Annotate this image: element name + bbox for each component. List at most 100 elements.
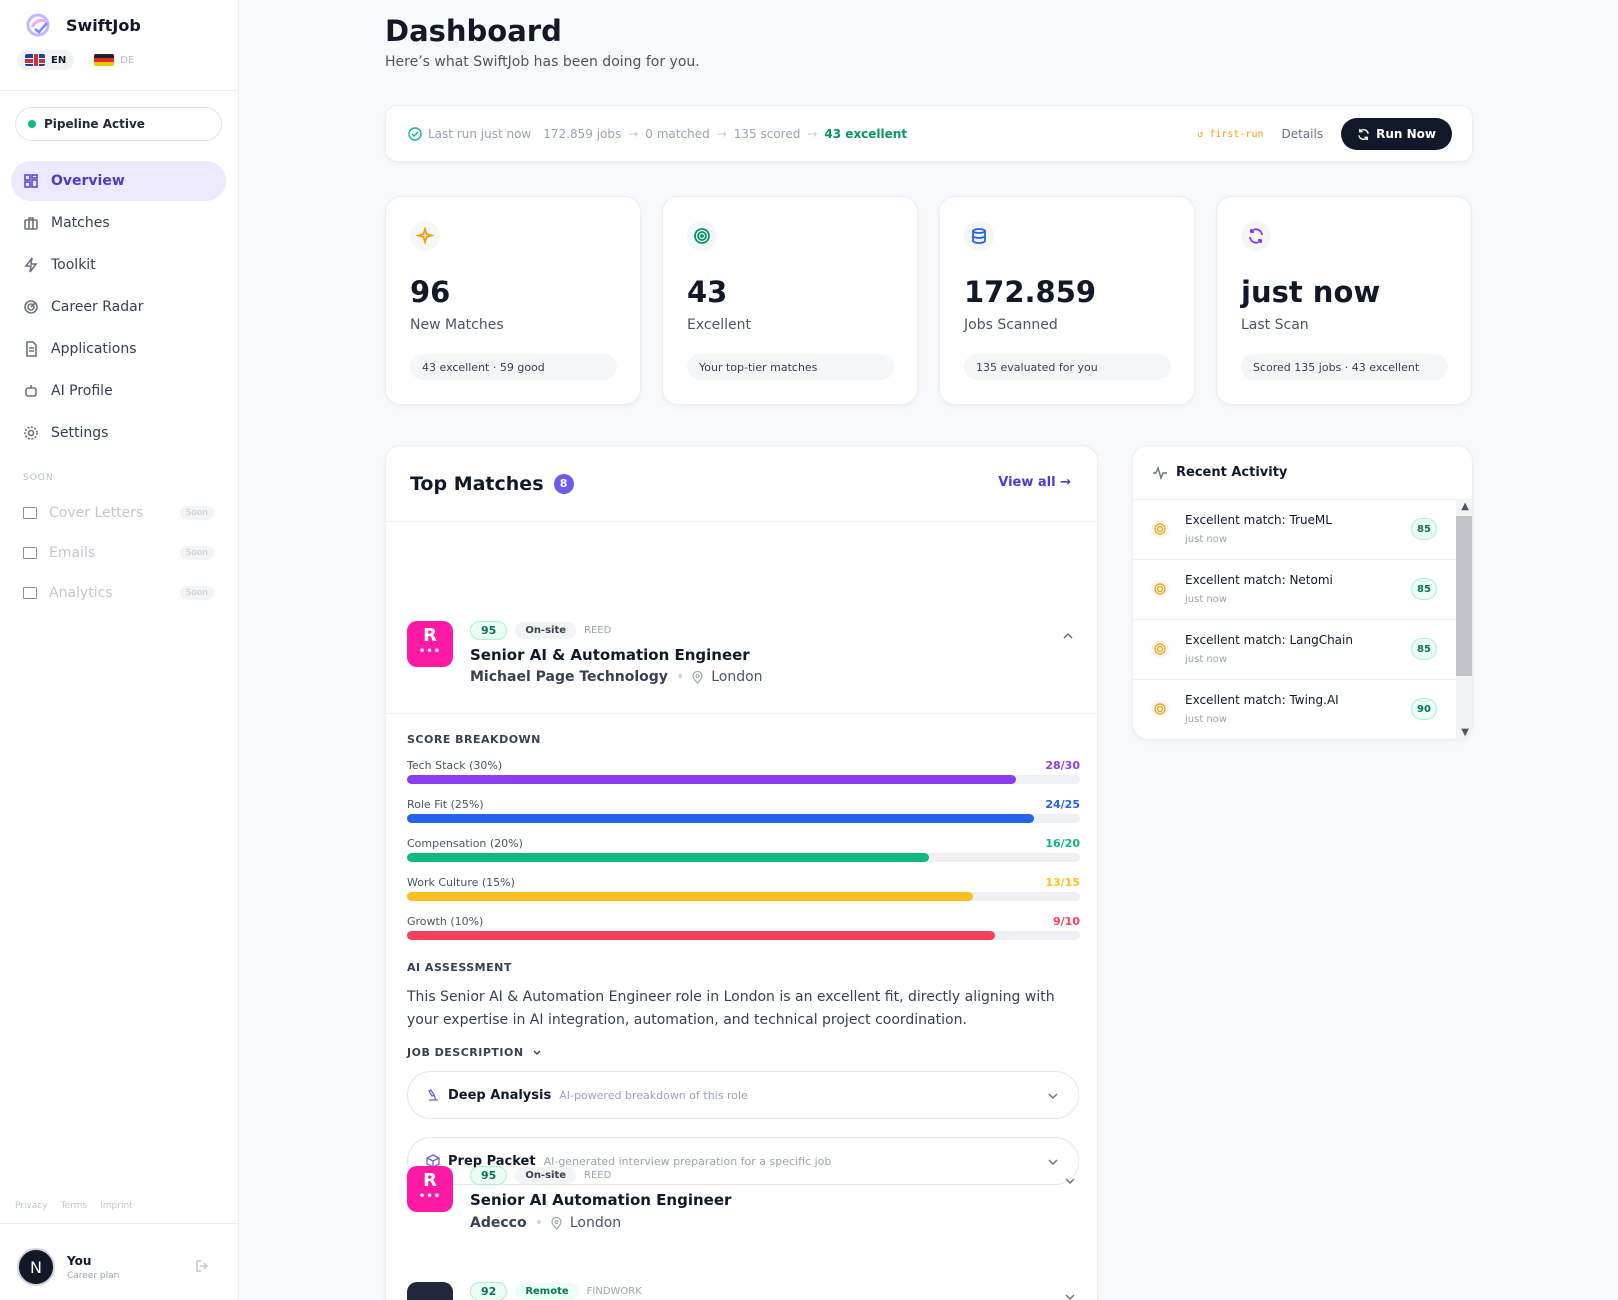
target-icon — [1151, 580, 1169, 598]
scrollbar-thumb[interactable] — [1456, 516, 1472, 676]
progress-fill — [407, 775, 1017, 784]
imprint-link[interactable]: Imprint — [100, 1201, 133, 1211]
arrow-right-icon: → — [807, 126, 818, 141]
recent-activity-panel: Recent Activity Excellent match: TrueML j… — [1132, 445, 1473, 740]
first-run-tag: ↺ first-run — [1197, 128, 1264, 140]
activity-item[interactable]: Excellent match: TrueML just now 85 — [1133, 500, 1456, 560]
nav-item-analytics: Analytics Soon — [11, 573, 226, 613]
activity-list: Excellent match: TrueML just now 85 Excelle… — [1133, 500, 1472, 739]
breakdown-score: 24/25 — [1045, 798, 1080, 811]
scroll-up-icon[interactable]: ▲ — [1461, 501, 1469, 512]
nav-item-matches[interactable]: Matches — [11, 203, 226, 243]
chevron-up-icon[interactable] — [1061, 629, 1075, 643]
findwork-logo-icon — [407, 1282, 453, 1300]
user-profile[interactable]: N You Career plan — [17, 1248, 119, 1286]
chevron-down-icon — [1048, 1159, 1058, 1166]
company-name: Adecco — [470, 1215, 527, 1231]
main-content: Dashboard Here’s what SwiftJob has been … — [239, 0, 1618, 1300]
job-title[interactable]: Senior AI & Automation Engineer — [470, 646, 750, 664]
refresh-icon — [1358, 128, 1369, 140]
score-badge: 92 — [470, 1282, 508, 1300]
terms-link[interactable]: Terms — [61, 1201, 88, 1211]
breakdown-score: 9/10 — [1053, 915, 1080, 928]
top-matches-title: Top Matches — [410, 472, 544, 495]
activity-time: just now — [1185, 654, 1228, 665]
pipeline-label: Pipeline Active — [44, 117, 145, 131]
swiftjob-logo-icon — [26, 13, 50, 37]
progress-track — [407, 814, 1080, 823]
nav-item-toolkit[interactable]: Toolkit — [11, 245, 226, 285]
job-title[interactable]: Senior AI Automation Engineer — [470, 1191, 731, 1209]
job-tags: 95 On-site REED — [470, 621, 611, 640]
source-tag: REED — [584, 1170, 612, 1181]
details-link[interactable]: Details — [1282, 127, 1324, 141]
separator-dot: • — [534, 1215, 543, 1231]
nav-item-applications[interactable]: Applications — [11, 329, 226, 369]
score-badge: 95 — [470, 621, 508, 640]
breakdown-score: 16/20 — [1045, 837, 1080, 850]
nav-label: Settings — [51, 425, 109, 441]
brand-name: SwiftJob — [66, 15, 141, 35]
nav-label: AI Profile — [51, 383, 113, 399]
activity-item[interactable]: Excellent match: Netomi just now 85 — [1133, 560, 1456, 620]
logout-icon[interactable] — [195, 1259, 209, 1273]
user-name: You — [67, 1253, 92, 1268]
stat-value: just now — [1241, 275, 1381, 309]
progress-fill — [407, 814, 1034, 823]
nav-item-ai-profile[interactable]: AI Profile — [11, 371, 226, 411]
nav-item-career-radar[interactable]: Career Radar — [11, 287, 226, 327]
top-matches-header: Top Matches 8 View all → — [386, 446, 1097, 522]
lang-de-button[interactable]: DE — [86, 50, 142, 70]
separator-dot: • — [675, 669, 685, 685]
stat-card-excellent: 43 Excellent Your top-tier matches — [662, 196, 918, 405]
target-icon — [1151, 640, 1169, 658]
breakdown-row: Work Culture (15%) 13/15 — [407, 876, 1080, 901]
job-tags: 95 On-site REED — [470, 1166, 611, 1185]
recent-activity-title: Recent Activity — [1176, 465, 1288, 480]
breakdown-label: Compensation (20%) — [407, 837, 523, 850]
reed-logo-icon: R ••• — [407, 621, 453, 667]
divider — [0, 1223, 239, 1224]
stat-label: Last Scan — [1241, 317, 1309, 333]
progress-track — [407, 892, 1080, 901]
nav-item-settings[interactable]: Settings — [11, 413, 226, 453]
breakdown-heading: SCORE BREAKDOWN — [407, 733, 541, 746]
user-plan: Career plan — [67, 1270, 120, 1281]
page-subtitle: Here’s what SwiftJob has been doing for … — [385, 54, 700, 70]
activity-item[interactable]: Excellent match: LangChain just now 85 — [1133, 620, 1456, 680]
brand[interactable]: SwiftJob — [0, 0, 238, 40]
uk-flag-icon — [25, 54, 45, 66]
job-location: London — [711, 669, 763, 685]
accordion-subtitle: AI-powered breakdown of this role — [559, 1088, 748, 1102]
nav-item-overview[interactable]: Overview — [11, 161, 226, 201]
arrow-right-icon: → — [628, 126, 639, 141]
chevron-down-icon[interactable] — [1063, 1174, 1077, 1188]
privacy-link[interactable]: Privacy — [15, 1201, 48, 1211]
ai-assessment-heading: AI ASSESSMENT — [407, 961, 512, 974]
sparkle-icon — [410, 221, 440, 251]
recent-activity-header: Recent Activity — [1133, 446, 1472, 500]
stat-detail: Your top-tier matches — [687, 354, 894, 380]
breakdown-row: Growth (10%) 9/10 — [407, 915, 1080, 940]
run-now-button[interactable]: Run Now — [1341, 118, 1452, 150]
stat-card-new-matches: 96 New Matches 43 excellent · 59 good — [385, 196, 641, 405]
deep-analysis-accordion[interactable]: Deep Analysis AI-powered breakdown of th… — [407, 1071, 1079, 1119]
job-description-toggle[interactable]: JOB DESCRIPTION — [407, 1046, 542, 1059]
scroll-down-icon[interactable]: ▼ — [1461, 727, 1469, 738]
activity-title: Excellent match: TrueML — [1185, 513, 1332, 527]
chevron-down-icon — [1048, 1093, 1058, 1100]
footer-links: Privacy Terms Imprint — [15, 1201, 133, 1211]
activity-item[interactable]: Excellent match: Twing.AI just now 90 — [1133, 680, 1456, 739]
score-badge: 85 — [1411, 518, 1437, 540]
view-all-link[interactable]: View all → — [998, 475, 1071, 490]
pipeline-status[interactable]: Pipeline Active — [15, 107, 222, 141]
chevron-down-icon[interactable] — [1063, 1290, 1077, 1300]
stat-card-jobs-scanned: 172.859 Jobs Scanned 135 evaluated for y… — [939, 196, 1195, 405]
location-pin-icon — [692, 670, 703, 684]
last-run-text: Last run just now — [428, 126, 532, 141]
breakdown-label: Growth (10%) — [407, 915, 484, 928]
check-circle-icon — [408, 126, 422, 141]
activity-time: just now — [1185, 594, 1228, 605]
lang-en-button[interactable]: EN — [17, 50, 75, 70]
breakdown-row: Compensation (20%) 16/20 — [407, 837, 1080, 862]
